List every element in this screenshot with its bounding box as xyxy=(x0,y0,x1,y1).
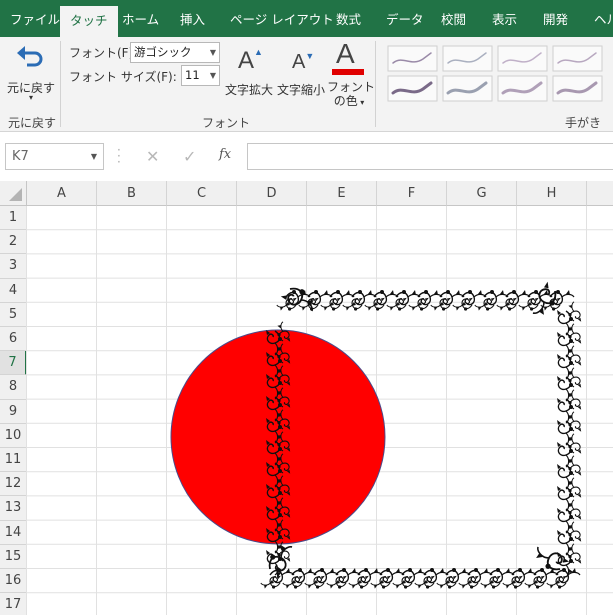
formula-bar-grip-icon: · · · xyxy=(117,143,121,169)
name-box[interactable]: K7 ▼ xyxy=(5,143,104,170)
worksheet-grid[interactable]: ABCDEFGH 1 2 3 4 5 6 7 8 9 10 11 12 13 14 15 16 17 xyxy=(0,181,613,615)
grow-font-label: 文字拡大 xyxy=(224,83,273,97)
tab-review[interactable]: 校閲 xyxy=(441,0,466,37)
undo-button[interactable]: 元に戻す ▾ xyxy=(4,41,56,107)
shrink-font-label: 文字縮小 xyxy=(276,83,325,97)
undo-icon xyxy=(17,46,43,67)
enter-icon[interactable]: ✓ xyxy=(183,147,196,166)
font-name-value: 游ゴシック xyxy=(134,45,192,59)
formula-bar: K7 ▼ · · · ✕ ✓ fx xyxy=(0,133,613,181)
chevron-down-icon: ▾ xyxy=(28,93,33,102)
ribbon-body: 元に戻す ▾ 元に戻す フォント(F): 游ゴシック ▼ フォント サイズ(F)… xyxy=(0,37,613,132)
pens-gallery[interactable] xyxy=(387,45,613,103)
drawing-layer xyxy=(170,280,582,590)
font-color-button[interactable]: A フォント の色 ▾ xyxy=(327,38,375,109)
cancel-icon[interactable]: ✕ xyxy=(146,147,159,166)
font-size-combo[interactable]: 11 ▼ xyxy=(181,65,220,86)
tab-developer[interactable]: 開発 xyxy=(543,0,568,37)
font-size-value: 11 xyxy=(185,68,200,82)
font-color-swatch xyxy=(332,69,364,75)
tab-page-layout[interactable]: ページ レイアウト xyxy=(230,0,334,37)
group-divider xyxy=(60,41,61,127)
pens-gallery-strokes xyxy=(387,45,603,102)
group-label-font: フォント xyxy=(202,116,251,130)
group-label-pens: 手がき xyxy=(565,116,602,130)
chevron-down-icon: ▼ xyxy=(90,152,97,161)
group-label-undo: 元に戻す xyxy=(8,116,57,130)
chevron-down-icon: ▼ xyxy=(209,71,216,80)
tab-help[interactable]: ヘル xyxy=(594,0,613,37)
group-divider xyxy=(375,41,376,127)
name-box-value: K7 xyxy=(12,149,29,164)
ribbon-tab-bar: ファイル タッチ ホーム 挿入 ページ レイアウト 数式 データ 校閲 表示 開… xyxy=(0,0,613,37)
tab-view[interactable]: 表示 xyxy=(492,0,517,37)
grow-font-button[interactable]: A▲ 文字拡大 xyxy=(224,41,274,101)
grow-font-icon: A▲ xyxy=(238,47,263,74)
tab-touch[interactable]: タッチ xyxy=(60,6,118,37)
chevron-down-icon: ▼ xyxy=(209,48,216,57)
font-size-label: フォント サイズ(F): xyxy=(69,70,177,84)
formula-input[interactable] xyxy=(247,143,613,170)
tab-data[interactable]: データ xyxy=(386,0,424,37)
shrink-font-button[interactable]: A▼ 文字縮小 xyxy=(276,41,326,101)
insert-function-icon[interactable]: fx xyxy=(219,147,231,162)
shrink-font-icon: A▼ xyxy=(292,51,315,73)
tab-file[interactable]: ファイル xyxy=(10,0,60,37)
font-color-icon: A xyxy=(336,38,355,69)
tab-formulas[interactable]: 数式 xyxy=(336,0,361,37)
font-color-label-2: の色 ▾ xyxy=(333,94,365,108)
tab-home[interactable]: ホーム xyxy=(122,0,159,37)
font-name-combo[interactable]: 游ゴシック ▼ xyxy=(130,42,220,63)
tab-insert[interactable]: 挿入 xyxy=(180,0,205,37)
font-name-label: フォント(F): xyxy=(69,46,138,60)
